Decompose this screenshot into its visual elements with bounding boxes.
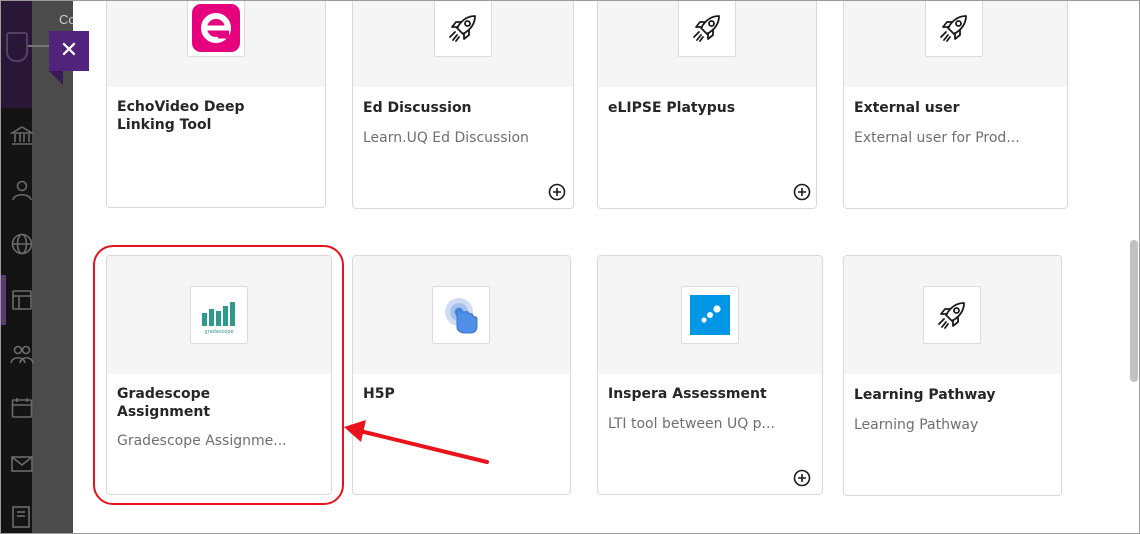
mail-icon: [10, 452, 34, 476]
add-tool-button[interactable]: [793, 183, 811, 201]
vertical-scrollbar[interactable]: [1128, 0, 1138, 534]
add-tool-button[interactable]: [793, 469, 811, 487]
tool-card-ed-discussion[interactable]: Ed Discussion Learn.UQ Ed Discussion: [352, 0, 574, 209]
tool-card-learning-pathway[interactable]: Learning Pathway Learning Pathway: [843, 255, 1062, 496]
inspera-logo-icon: [681, 286, 739, 344]
tool-title-line1: Ed Discussion: [363, 100, 472, 116]
tool-title-line1: Gradescope: [117, 386, 211, 402]
tool-description: Learning Pathway: [854, 417, 979, 433]
active-nav-indicator: [0, 275, 6, 325]
background-title-fragment: Co: [59, 12, 73, 27]
add-tool-button[interactable]: [548, 183, 566, 201]
user-icon: [10, 178, 34, 202]
tool-description: Learn.UQ Ed Discussion: [363, 130, 529, 146]
tool-card-echovideo[interactable]: EchoVideo Deep Linking Tool: [106, 0, 326, 208]
close-button-tab-tail: [49, 71, 63, 85]
tool-card-gradescope[interactable]: gradescope Gradescope Assignment Gradesc…: [106, 255, 332, 495]
echovideo-logo-icon: [187, 0, 245, 57]
institution-icon: [9, 124, 35, 148]
rocket-icon: [925, 0, 983, 57]
tool-title-line2: Assignment: [117, 404, 211, 420]
grades-icon: [10, 505, 34, 529]
gradescope-logo-text: gradescope: [204, 329, 233, 335]
tool-title-line1: Learning Pathway: [854, 387, 996, 403]
rocket-icon: [434, 0, 492, 57]
tool-card-external-user[interactable]: External user External user for Prod...: [843, 0, 1068, 209]
close-icon: ✕: [59, 38, 79, 63]
tool-title-line1: eLIPSE Platypus: [608, 100, 736, 116]
gradescope-logo-icon: gradescope: [190, 286, 248, 344]
globe-icon: [10, 232, 34, 256]
tool-description: External user for Prod...: [854, 130, 1020, 146]
tool-title-line1: EchoVideo Deep: [117, 99, 245, 115]
uq-crest-icon: [6, 32, 28, 62]
tool-description: Gradescope Assignme...: [117, 433, 287, 449]
tool-card-inspera[interactable]: Inspera Assessment LTI tool between UQ p…: [597, 255, 823, 495]
tool-title-line1: External user: [854, 100, 960, 116]
close-panel-button[interactable]: ✕: [49, 31, 89, 71]
calendar-icon: [10, 396, 34, 420]
tool-card-elipse-platypus[interactable]: eLIPSE Platypus: [597, 0, 817, 209]
tool-description: LTI tool between UQ p...: [608, 416, 775, 432]
tool-title-line1: Inspera Assessment: [608, 386, 767, 402]
tool-title-line1: H5P: [363, 386, 395, 402]
rocket-icon: [923, 286, 981, 344]
tool-card-h5p[interactable]: H5P: [352, 255, 571, 495]
courses-icon: [10, 288, 34, 312]
rocket-icon: [678, 0, 736, 57]
scrollbar-thumb[interactable]: [1130, 240, 1138, 382]
h5p-touch-icon: [432, 286, 490, 344]
tool-title-line2: Linking Tool: [117, 117, 212, 133]
tool-catalogue-panel: EchoVideo Deep Linking Tool Ed Discussio…: [73, 0, 1140, 534]
groups-icon: [10, 342, 34, 366]
